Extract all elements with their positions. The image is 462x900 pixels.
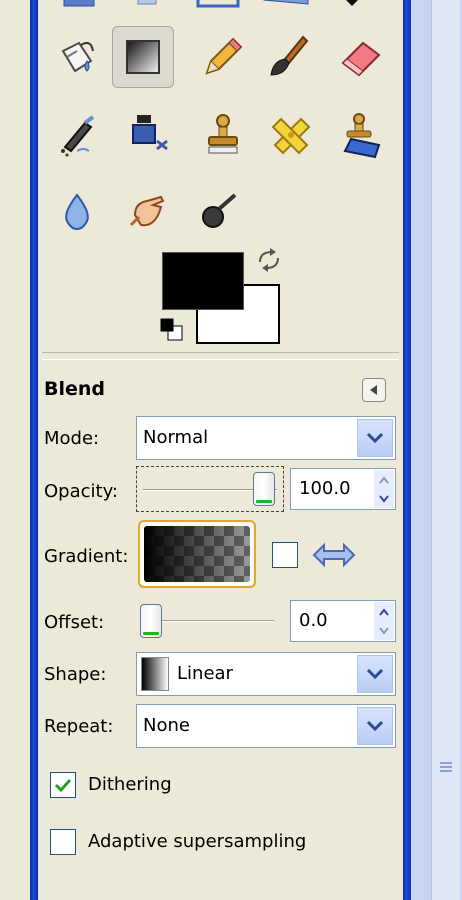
pencil-tool[interactable] [190, 26, 252, 88]
checkmark-icon [54, 778, 72, 793]
dodge-burn-icon [202, 193, 237, 228]
offset-slider[interactable] [136, 600, 282, 642]
bucket-fill-tool[interactable] [46, 26, 108, 88]
offset-slider-track [144, 620, 274, 622]
opacity-spinbox[interactable]: 100.0 [290, 468, 396, 510]
offset-value: 0.0 [299, 610, 328, 631]
offset-decrement-button[interactable] [374, 621, 394, 640]
opacity-slider-thumb[interactable] [253, 472, 275, 506]
paintbrush-tool[interactable] [256, 26, 318, 88]
shape-combo[interactable]: Linear [136, 652, 396, 696]
vertical-scrollbar[interactable] [431, 0, 460, 900]
mode-combo[interactable]: Normal [136, 416, 396, 460]
airbrush-tool[interactable] [46, 104, 108, 166]
repeat-dropdown-button[interactable] [357, 707, 393, 745]
offset-increment-button[interactable] [374, 602, 394, 621]
mode-dropdown-button[interactable] [357, 419, 393, 457]
blend-tool[interactable] [112, 26, 174, 88]
offset-slider-thumb[interactable] [140, 604, 162, 638]
chevron-up-icon [379, 475, 389, 484]
dithering-checkbox[interactable] [50, 772, 76, 798]
right-pane [411, 0, 462, 900]
linear-shape-icon [141, 657, 169, 691]
gradient-icon [126, 40, 160, 74]
gradient-label: Gradient: [44, 546, 129, 567]
perspective-clone-icon [343, 113, 381, 159]
gradient-selector-button[interactable] [138, 520, 256, 588]
water-drop-icon [65, 193, 89, 231]
scrollbar-grip-icon[interactable] [440, 760, 452, 778]
offset-label: Offset: [44, 612, 105, 633]
pencil-icon [205, 37, 243, 75]
opacity-decrement-button[interactable] [374, 489, 394, 508]
bandage-icon [271, 117, 311, 155]
mode-value: Normal [143, 427, 209, 448]
mode-label: Mode: [44, 428, 100, 449]
opacity-slider[interactable] [136, 466, 284, 512]
dodge-burn-tool[interactable] [188, 180, 250, 242]
window-frame-right [403, 0, 411, 900]
clone-stamp-icon [208, 114, 238, 154]
paintbrush-icon [270, 35, 309, 76]
chevron-down-icon [366, 720, 384, 732]
chevron-down-icon [379, 626, 389, 635]
offset-spinbox[interactable]: 0.0 [290, 600, 396, 642]
repeat-combo[interactable]: None [136, 704, 396, 748]
opacity-increment-button[interactable] [374, 470, 394, 489]
heal-tool[interactable] [260, 104, 322, 166]
triangle-left-icon [370, 385, 377, 395]
adaptive-supersampling-label[interactable]: Adaptive supersampling [88, 831, 306, 852]
smudge-hand-icon [129, 195, 165, 227]
ink-tool[interactable] [116, 104, 178, 166]
swap-colors-icon[interactable] [254, 248, 284, 274]
default-colors-icon[interactable] [160, 318, 184, 342]
window-frame-left [30, 0, 38, 900]
gradient-preview [144, 526, 250, 582]
opacity-label: Opacity: [44, 481, 118, 502]
shape-dropdown-button[interactable] [357, 655, 393, 693]
eraser-icon [341, 41, 381, 77]
shape-label: Shape: [44, 664, 107, 685]
repeat-label: Repeat: [44, 716, 114, 737]
opacity-value: 100.0 [299, 478, 351, 499]
blur-sharpen-tool[interactable] [46, 180, 108, 242]
dithering-label[interactable]: Dithering [88, 774, 172, 795]
adaptive-supersampling-checkbox[interactable] [50, 829, 76, 855]
tool-options-title: Blend [44, 378, 106, 400]
reverse-gradient-checkbox[interactable] [272, 542, 298, 568]
repeat-value: None [143, 715, 190, 736]
reverse-arrows-icon [312, 542, 356, 568]
ink-icon [132, 115, 168, 151]
chevron-down-icon [366, 432, 384, 444]
perspective-clone-tool[interactable] [330, 104, 392, 166]
chevron-up-icon [379, 607, 389, 616]
tool-options-menu-button[interactable] [362, 378, 386, 402]
smudge-tool[interactable] [116, 180, 178, 242]
eraser-tool[interactable] [330, 26, 392, 88]
clone-tool[interactable] [192, 104, 254, 166]
toolbox-panel: Blend Mode: Normal Opacity: 100.0 Gradie… [38, 0, 403, 900]
chevron-down-icon [366, 668, 384, 680]
panel-divider[interactable] [42, 352, 399, 360]
foreground-color-swatch[interactable] [162, 252, 244, 310]
bucket-fill-icon [61, 41, 94, 73]
chevron-down-icon [379, 494, 389, 503]
left-panel-edge [0, 0, 30, 900]
shape-value: Linear [177, 663, 233, 684]
airbrush-icon [61, 115, 95, 157]
color-selector [156, 248, 288, 348]
partial-tool-row-icons [63, 0, 358, 8]
